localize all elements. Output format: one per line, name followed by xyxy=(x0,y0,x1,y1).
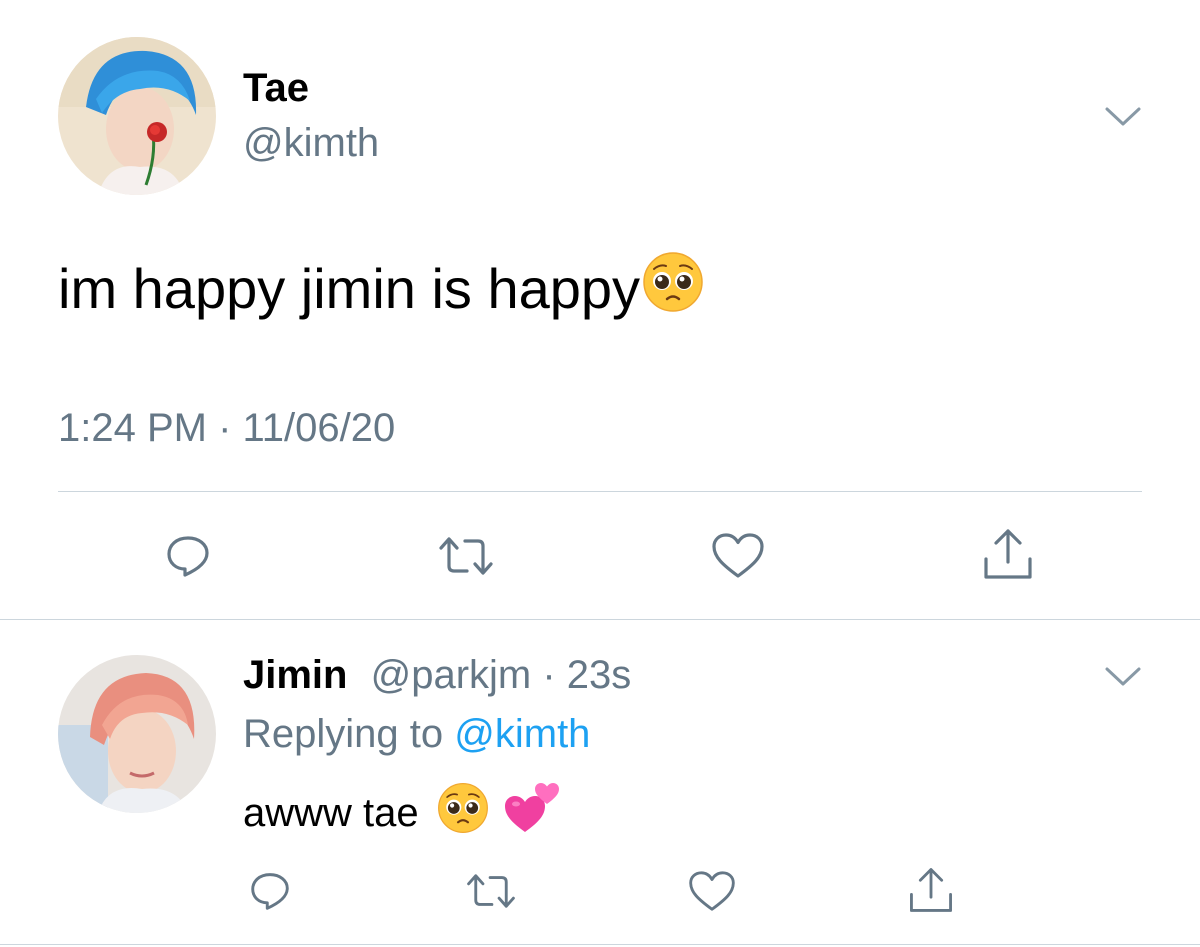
retweet-icon xyxy=(467,874,515,908)
main-display-name[interactable]: Tae xyxy=(243,66,309,111)
reply-icon xyxy=(251,873,289,910)
main-handle[interactable]: @kimth xyxy=(243,121,379,166)
chevron-down-icon[interactable] xyxy=(1104,104,1142,135)
retweet-icon xyxy=(439,537,493,575)
replying-to-mention[interactable]: @kimth xyxy=(454,712,590,756)
like-icon xyxy=(689,870,735,911)
tweet-text: im happy jimin is happy xyxy=(58,251,704,326)
retweet-button[interactable] xyxy=(462,866,520,916)
reply-handle[interactable]: @parkjm xyxy=(371,653,532,697)
chevron-down-icon[interactable] xyxy=(1104,664,1142,695)
like-icon xyxy=(712,533,764,578)
reply-display-name[interactable]: Jimin xyxy=(243,653,347,697)
tweet-timestamp[interactable]: 1:24 PM · 11/06/20 xyxy=(58,406,395,451)
share-icon xyxy=(984,529,1032,579)
reply-button[interactable] xyxy=(244,866,296,916)
replying-to: Replying to @kimth xyxy=(243,712,590,757)
share-button[interactable] xyxy=(904,862,958,918)
avatar-tae[interactable] xyxy=(58,37,216,195)
share-icon xyxy=(910,868,952,912)
avatar-jimin[interactable] xyxy=(58,655,216,813)
divider xyxy=(58,491,1142,492)
like-button[interactable] xyxy=(684,866,740,916)
share-button[interactable] xyxy=(978,524,1038,584)
divider xyxy=(0,944,1200,945)
reply-text-content: awww tae xyxy=(243,790,419,835)
retweet-button[interactable] xyxy=(434,528,498,584)
pleading-face-emoji xyxy=(642,251,704,326)
reply-time[interactable]: · 23s xyxy=(542,653,631,697)
tweet-text-content: im happy jimin is happy xyxy=(58,257,641,320)
pleading-face-emoji xyxy=(437,782,489,844)
replying-to-label: Replying to xyxy=(243,712,444,756)
reply-header: Jimin @parkjm · 23s xyxy=(243,653,631,698)
reply-button[interactable] xyxy=(158,528,218,584)
like-button[interactable] xyxy=(706,528,770,584)
divider xyxy=(0,619,1200,620)
reply-icon xyxy=(167,536,209,577)
two-hearts-emoji xyxy=(503,782,559,844)
reply-text: awww tae xyxy=(243,782,559,844)
